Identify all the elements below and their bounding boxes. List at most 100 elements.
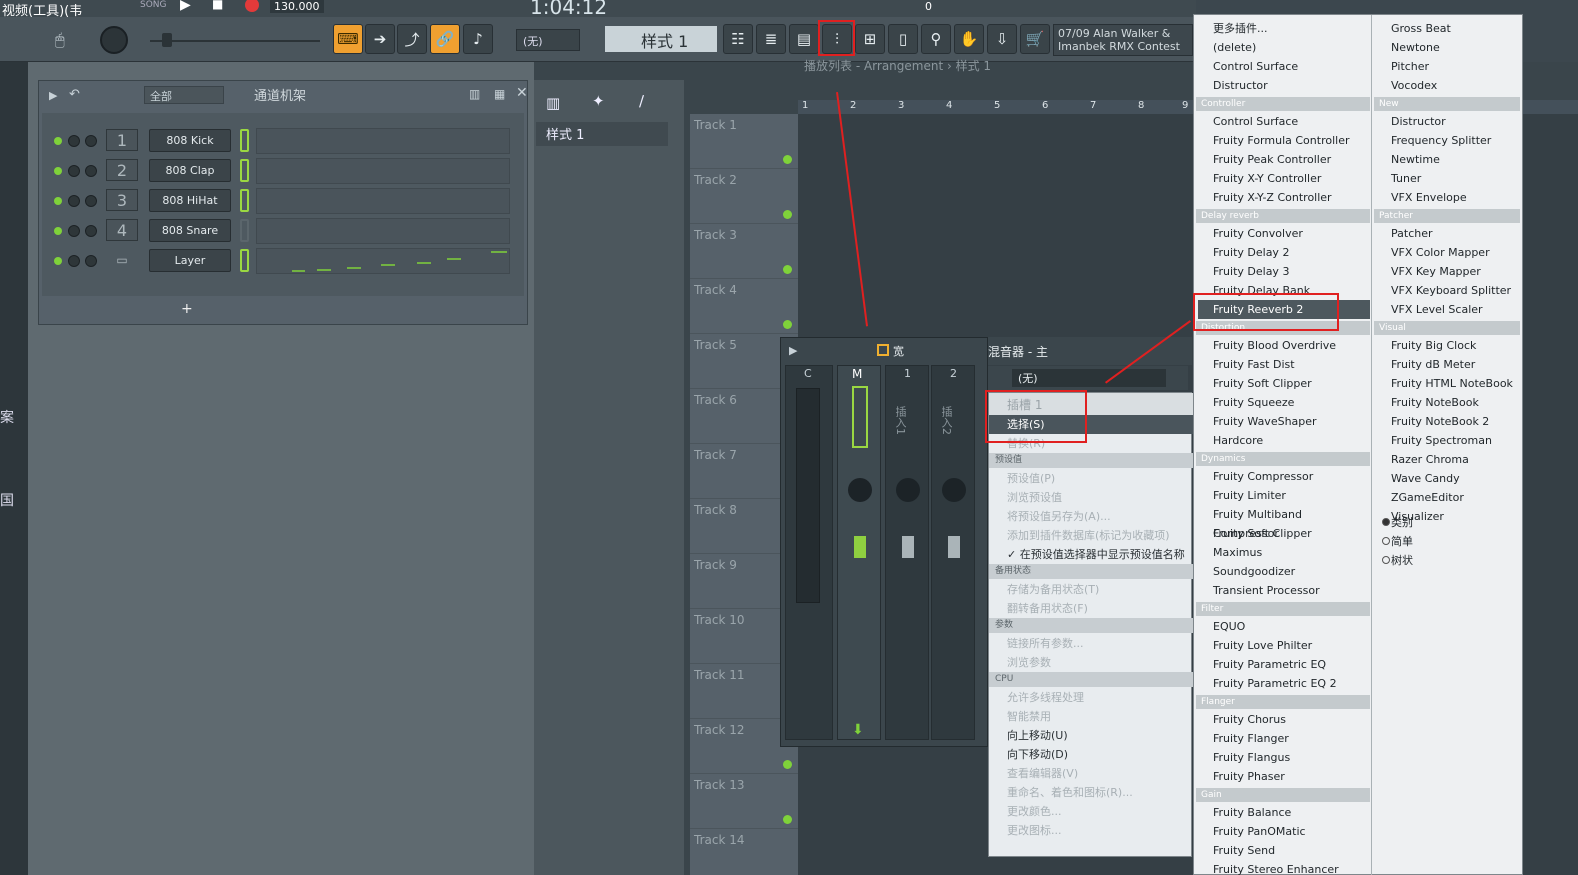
plugin-menu-item[interactable]: Patcher	[1391, 224, 1520, 243]
channel-number[interactable]: 3	[106, 189, 138, 211]
plugin-menu-item[interactable]: Fruity X-Y Controller	[1213, 169, 1370, 188]
track-header[interactable]: Track 3	[690, 224, 798, 279]
plugin-menu-item[interactable]: (delete)	[1213, 38, 1370, 57]
play-icon[interactable]: ▶	[180, 0, 191, 13]
record-icon[interactable]	[245, 0, 259, 12]
channel-mute-led[interactable]	[54, 257, 62, 265]
channel-number[interactable]: 4	[106, 219, 138, 241]
grid-icon[interactable]: ▦	[494, 87, 505, 101]
channel-mute-led[interactable]	[54, 137, 62, 145]
piano-icon[interactable]: ▥	[546, 94, 560, 112]
arrow-right-icon[interactable]: ➔	[365, 24, 395, 54]
track-header[interactable]: Track 1	[690, 114, 798, 169]
plugin-menu-item[interactable]: Fruity X-Y-Z Controller	[1213, 188, 1370, 207]
view-mode-option[interactable]: 类别	[1391, 513, 1520, 532]
metronome-icon[interactable]: ♪	[463, 24, 493, 54]
plugin-menu-item[interactable]: Distructor	[1391, 112, 1520, 131]
piano-roll-icon[interactable]: ≣	[756, 24, 786, 54]
undo-icon[interactable]: ↶	[69, 87, 80, 102]
route-arrow-icon[interactable]: ⬇	[852, 722, 864, 738]
volume-knob[interactable]	[85, 195, 97, 207]
plugin-menu-item[interactable]: Fruity Delay 3	[1213, 262, 1370, 281]
plugin-menu-item[interactable]: VFX Level Scaler	[1391, 300, 1520, 319]
pan-knob[interactable]	[896, 478, 920, 502]
plugin-icon[interactable]: ⚲	[921, 24, 951, 54]
volume-fader[interactable]	[902, 536, 914, 558]
wide-toggle-icon[interactable]	[877, 344, 889, 356]
plugin-menu-item[interactable]: Fruity Limiter	[1213, 486, 1370, 505]
channel-filter-select[interactable]: 全部	[144, 86, 224, 104]
tempo-display[interactable]: 130.000	[270, 0, 324, 13]
slider-handle[interactable]	[162, 33, 172, 47]
download-icon[interactable]: ⇩	[987, 24, 1017, 54]
plugin-menu-item[interactable]: Fruity Stereo Enhancer	[1213, 860, 1370, 875]
stop-icon[interactable]: ■	[212, 0, 223, 11]
step-sequencer[interactable]	[256, 218, 510, 244]
plugin-menu-item[interactable]: VFX Color Mapper	[1391, 243, 1520, 262]
track-header[interactable]: Track 2	[690, 169, 798, 224]
pan-knob[interactable]	[68, 195, 80, 207]
plugin-menu-item[interactable]: Fruity Multiband Compressor	[1213, 505, 1370, 540]
pattern-list-item[interactable]: 样式 1	[536, 122, 668, 146]
master-pitch-slider[interactable]	[150, 40, 320, 42]
tempo-tapper-icon[interactable]: ✋	[954, 24, 984, 54]
pan-knob[interactable]	[848, 478, 872, 502]
shop-icon[interactable]: 🛒	[1020, 24, 1050, 54]
track-mute-led[interactable]	[783, 210, 792, 219]
view-mode-option[interactable]: 简单	[1391, 532, 1520, 551]
channel-select-led[interactable]	[240, 219, 249, 242]
volume-knob[interactable]	[85, 255, 97, 267]
collapse-arrow-icon[interactable]: ▶	[49, 89, 57, 102]
plugin-menu-item[interactable]: Fruity Blood Overdrive	[1213, 336, 1370, 355]
track-mute-led[interactable]	[783, 815, 792, 824]
plugin-menu-item[interactable]: Fruity Delay 2	[1213, 243, 1370, 262]
plugin-menu-item[interactable]: VFX Keyboard Splitter	[1391, 281, 1520, 300]
pan-knob[interactable]	[68, 255, 80, 267]
pen-icon[interactable]: ∕	[639, 92, 644, 110]
plugin-menu-item[interactable]: Fruity Flanger	[1213, 729, 1370, 748]
step-icon[interactable]: ⤴	[397, 24, 427, 54]
plugin-menu-item[interactable]: Fruity NoteBook	[1391, 393, 1520, 412]
plugin-menu-item[interactable]: Fruity PanOMatic	[1213, 822, 1370, 841]
step-sequencer[interactable]	[256, 158, 510, 184]
project-icon[interactable]: ▯	[888, 24, 918, 54]
track-mute-led[interactable]	[783, 155, 792, 164]
plugin-menu-item[interactable]: Distructor	[1213, 76, 1370, 95]
layer-graph[interactable]	[256, 248, 510, 274]
plugin-menu-item[interactable]: Vocodex	[1391, 76, 1520, 95]
plugin-menu-item[interactable]: Maximus	[1213, 543, 1370, 562]
radio-icon[interactable]	[1382, 518, 1390, 526]
browser-icon[interactable]: ⊞	[855, 24, 885, 54]
add-channel-button[interactable]: +	[181, 301, 193, 317]
context-menu-item[interactable]: ✓ 在预设值选择器中显示预设值名称	[989, 545, 1193, 564]
plugin-menu-item[interactable]: Razer Chroma	[1391, 450, 1520, 469]
radio-icon[interactable]	[1382, 537, 1390, 545]
plugin-menu-item[interactable]: EQUO	[1213, 617, 1370, 636]
context-menu-item[interactable]: 向上移动(U)	[989, 726, 1193, 745]
plugin-menu-item[interactable]: VFX Key Mapper	[1391, 262, 1520, 281]
plugin-menu-item[interactable]: Fruity Love Philter	[1213, 636, 1370, 655]
channel-name-button[interactable]: 808 Clap	[149, 159, 231, 182]
plugin-menu-item[interactable]: Fruity Fast Dist	[1213, 355, 1370, 374]
channel-mute-led[interactable]	[54, 197, 62, 205]
plugin-menu-item[interactable]: Fruity Chorus	[1213, 710, 1370, 729]
channel-select-led[interactable]	[240, 189, 249, 212]
plugin-menu-item[interactable]: Control Surface	[1213, 112, 1370, 131]
mixer-strip-1[interactable]: 1 插入1	[885, 365, 929, 740]
plugin-menu-item[interactable]: Pitcher	[1391, 57, 1520, 76]
effect-slot-select[interactable]: (无)	[1012, 369, 1166, 387]
step-sequencer[interactable]	[256, 128, 510, 154]
link-icon[interactable]: 🔗	[430, 24, 460, 54]
plugin-menu-item[interactable]: ZGameEditor Visualizer	[1391, 488, 1520, 523]
pattern-name-field[interactable]: 样式 1	[605, 26, 717, 52]
playlist-icon[interactable]: ☷	[723, 24, 753, 54]
track-header[interactable]: Track 4	[690, 279, 798, 334]
channel-number[interactable]: 1	[106, 129, 138, 151]
plugin-menu-item[interactable]: Tuner	[1391, 169, 1520, 188]
plugin-menu-item[interactable]: Fruity Flangus	[1213, 748, 1370, 767]
plugin-menu-item[interactable]: Newtone	[1391, 38, 1520, 57]
track-mute-led[interactable]	[783, 760, 792, 769]
step-sequencer[interactable]	[256, 188, 510, 214]
news-hint[interactable]: 07/09 Alan Walker & Imanbek RMX Contest	[1053, 24, 1193, 56]
plugin-menu-item[interactable]: Gross Beat	[1391, 19, 1520, 38]
